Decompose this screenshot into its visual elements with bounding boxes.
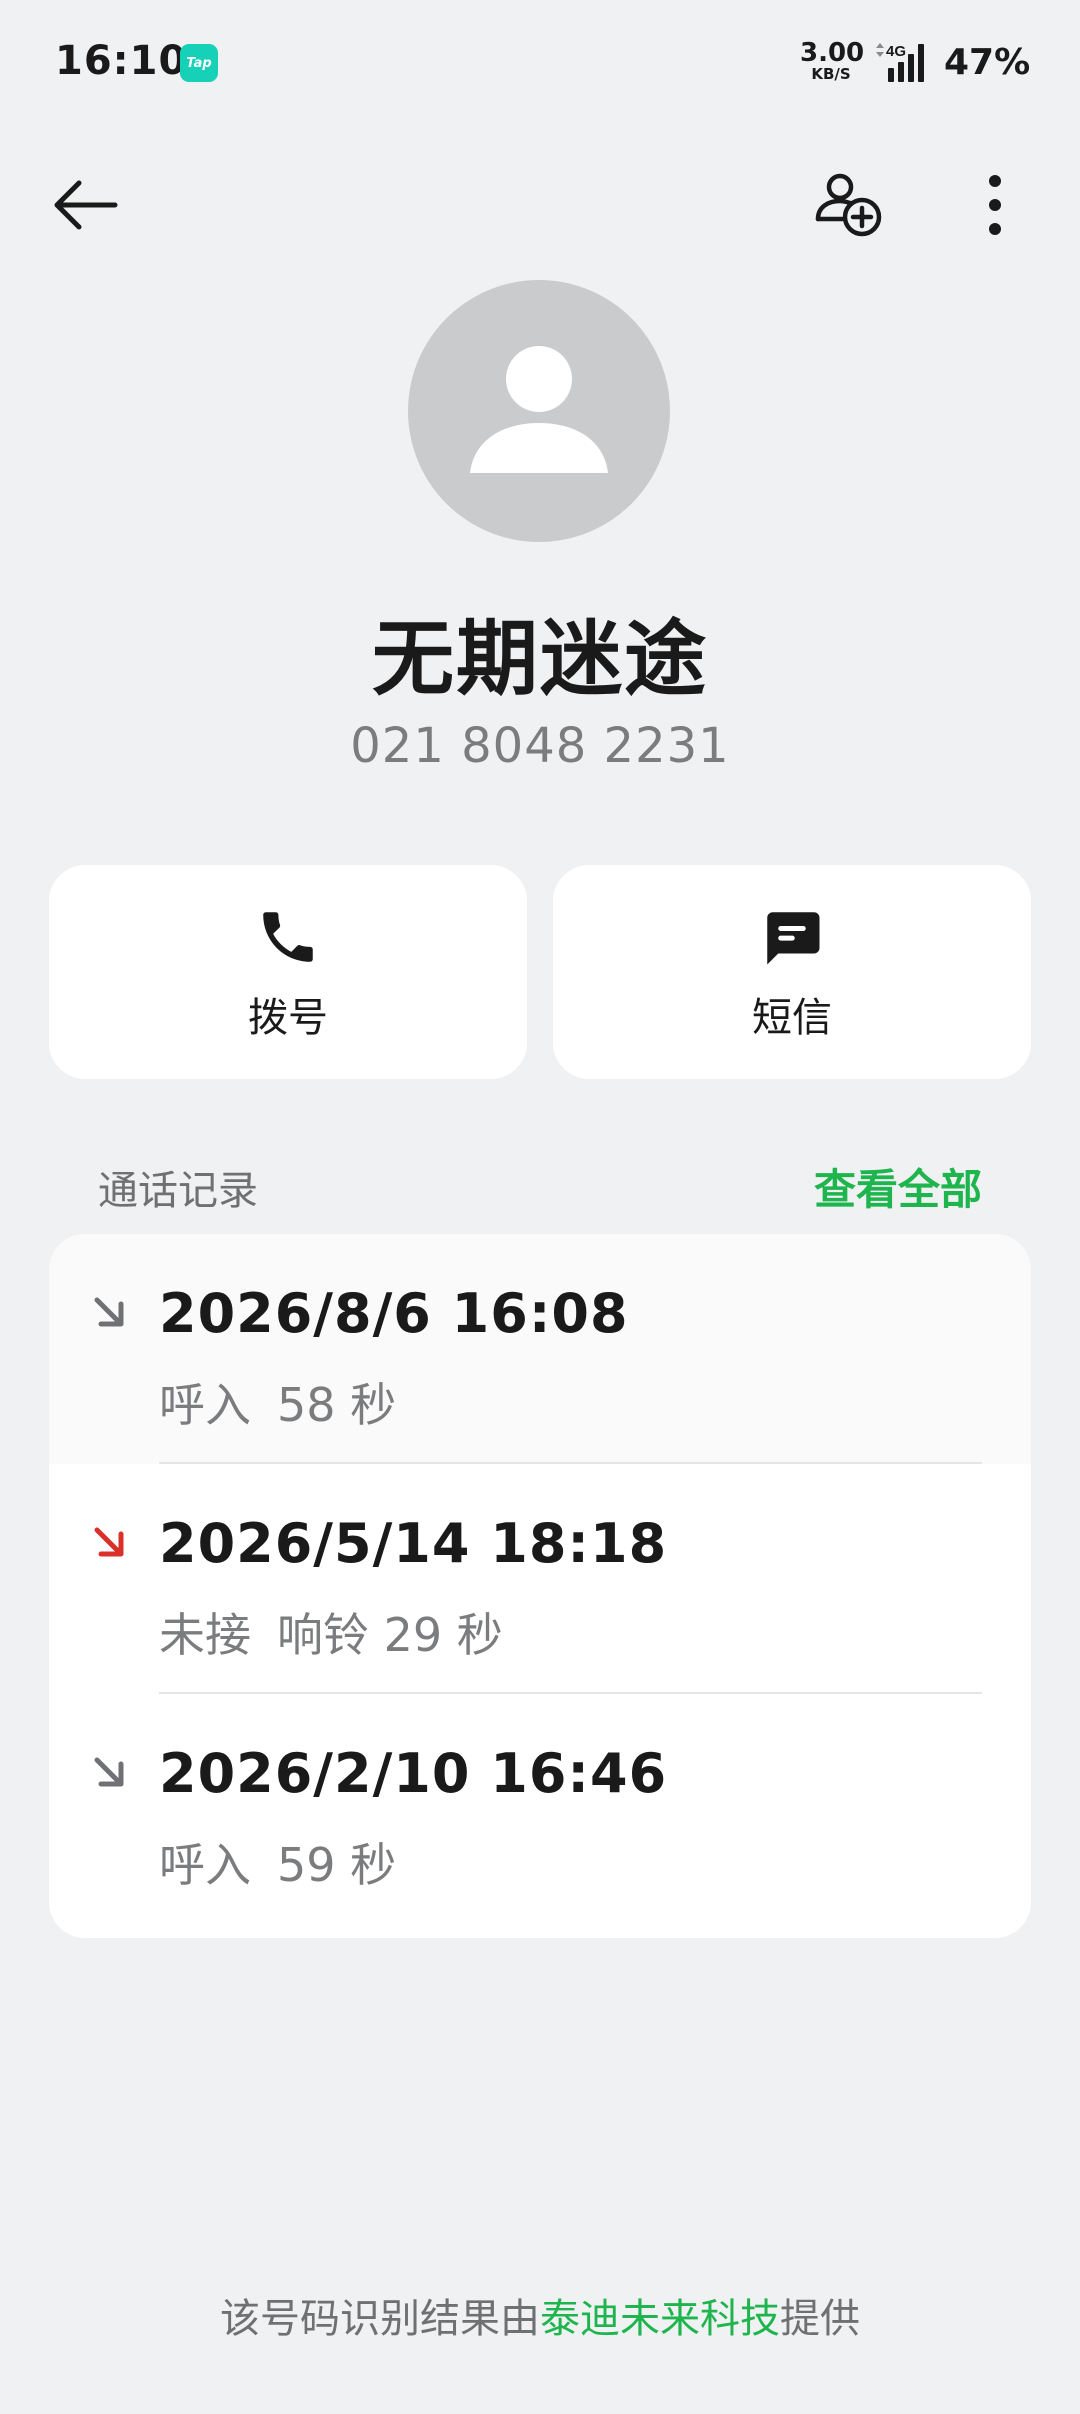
call-type: 呼入 [159,1378,251,1432]
call-datetime: 2026/8/6 16:08 [159,1282,629,1345]
contact-number: 021 8048 2231 [350,718,730,774]
person-placeholder-icon [470,346,608,473]
notice-suffix: 提供 [780,2296,860,2342]
back-button[interactable] [40,160,130,250]
network-speed-value: 3.00 [800,38,865,68]
add-contact-button[interactable] [800,155,900,255]
contact-name: 无期迷途 [371,612,708,707]
more-options-button[interactable] [955,160,1035,250]
call-history-item[interactable]: 2026/5/14 18:18 未接 响铃 29 秒 [49,1464,1031,1694]
signal-icon: 4G [876,43,924,82]
contact-avatar [408,280,670,542]
arrow-left-icon [54,180,118,230]
network-speed-unit: KB/S [811,65,851,83]
provider-link[interactable]: 泰迪未来科技 [540,2296,780,2342]
notice-prefix: 该号码识别结果由 [220,2296,540,2342]
phone-icon [252,901,324,973]
view-all-link[interactable]: 查看全部 [814,1156,982,1217]
call-detail: 未接 响铃 29 秒 [159,1599,503,1665]
message-icon [756,901,828,973]
sms-label: 短信 [752,995,832,1041]
call-datetime: 2026/5/14 18:18 [159,1512,668,1575]
call-history-title: 通话记录 [98,1168,258,1214]
call-label: 拨号 [248,995,328,1041]
battery-level: 47% [944,42,1031,83]
call-history-item[interactable]: 2026/2/10 16:46 呼入 59 秒 [49,1694,1031,1924]
sms-button[interactable]: 短信 [553,865,1031,1079]
call-duration: 响铃 29 秒 [277,1608,503,1662]
network-type-label: 4G [886,43,906,60]
incoming-call-icon [94,1297,124,1327]
call-datetime: 2026/2/10 16:46 [159,1742,668,1805]
incoming-call-icon [94,1757,124,1787]
number-identification-notice: 该号码识别结果由泰迪未来科技提供 [0,2286,1080,2344]
tap-app-icon: Tap [180,44,218,82]
call-history-list: 2026/8/6 16:08 呼入 58 秒 2026/5/14 18:18 未接… [49,1234,1031,1938]
missed-call-icon [94,1527,124,1557]
call-detail: 呼入 58 秒 [159,1369,396,1435]
call-detail: 呼入 59 秒 [159,1829,396,1895]
call-history-item[interactable]: 2026/8/6 16:08 呼入 58 秒 [49,1234,1031,1464]
network-speed: 3.00 KB/S [800,38,865,83]
call-duration: 58 秒 [277,1378,397,1432]
call-button[interactable]: 拨号 [49,865,527,1079]
call-type: 呼入 [159,1838,251,1892]
status-bar: 16:10 Tap 3.00 KB/S 4G 47% [0,0,1080,128]
call-duration: 59 秒 [277,1838,397,1892]
more-vertical-icon [989,175,1001,235]
status-time: 16:10 [55,38,188,84]
person-add-icon [815,173,882,237]
call-type: 未接 [159,1608,251,1662]
